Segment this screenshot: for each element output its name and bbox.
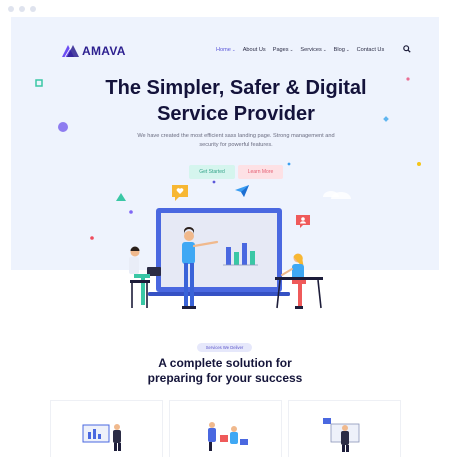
services-badge: Services We Deliver [197,343,252,352]
get-started-button[interactable]: Get Started [189,165,235,179]
logo-text: AMAVA [82,44,126,58]
nav-item-services[interactable]: Services ⌄ [300,47,326,53]
nav-label: Services [300,47,322,53]
search-icon[interactable] [403,45,411,53]
service-card[interactable] [169,400,282,457]
nav-label: Blog [333,47,345,53]
laptop-team-illustration [129,208,323,309]
team-illustration [208,422,248,451]
window-controls [8,6,36,12]
chevron-down-icon: ⌄ [345,47,350,52]
nav-item-home[interactable]: Home ⌄ [216,47,236,53]
nav-item-pages[interactable]: Pages ⌄ [273,47,294,53]
nav-item-contact[interactable]: Contact Us [357,47,385,53]
heart-message-icon [172,185,188,201]
service-card[interactable] [50,400,163,457]
paper-plane-icon [235,185,249,197]
nav-item-about[interactable]: About Us [243,47,266,53]
dashboard-illustration [323,418,360,452]
hero-title-line: Service Provider [157,103,315,125]
presentation-illustration [82,424,121,451]
main-nav: Home ⌄ About Us Pages ⌄ Services ⌄ Blog … [216,47,384,53]
window-dot [8,6,14,12]
hero-subtitle: We have created the most efficient sass … [137,133,335,148]
window-dot [30,6,36,12]
services-title: A complete solution for preparing for yo… [100,356,350,386]
learn-more-button[interactable]: Learn More [238,165,283,179]
chevron-down-icon: ⌄ [231,47,236,52]
services-title-line: preparing for your success [147,371,303,385]
services-title-line: A complete solution for [158,356,292,370]
nav-label: About Us [242,47,266,53]
nav-label: Pages [272,47,289,53]
logo-mark-icon [62,45,79,57]
nav-label: Home [216,47,231,53]
brand-logo[interactable]: AMAVA [62,44,126,58]
chevron-down-icon: ⌄ [322,47,327,52]
nav-label: Contact Us [356,47,385,53]
window-dot [19,6,25,12]
service-card[interactable] [288,400,401,457]
chevron-down-icon: ⌄ [289,47,294,52]
hero-title: The Simpler, Safer & Digital Service Pro… [51,75,421,127]
hero-title-line: The Simpler, Safer & Digital [105,77,367,99]
nav-item-blog[interactable]: Blog ⌄ [334,47,350,53]
